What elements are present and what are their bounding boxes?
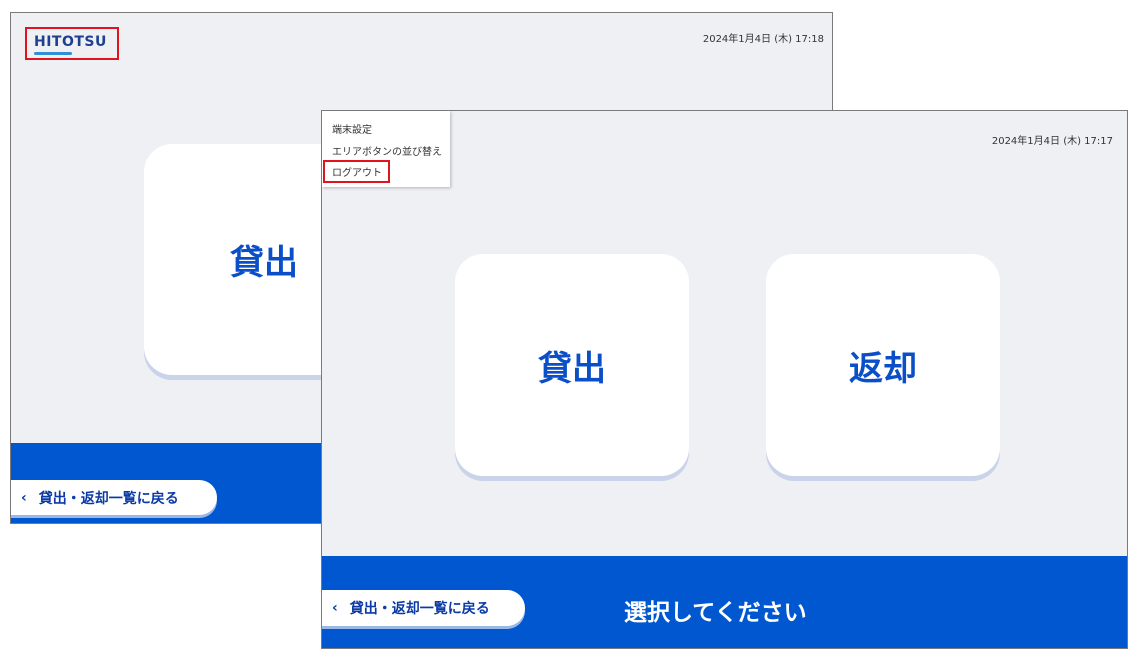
back-to-list-button[interactable]: ‹ 貸出・返却一覧に戻る (322, 590, 525, 626)
chevron-left-icon: ‹ (21, 489, 27, 506)
chevron-left-icon: ‹ (332, 600, 338, 616)
datetime: 2024年1月4日 (木) 17:18 (702, 34, 824, 45)
menu-item-device-settings[interactable]: 端末設定 (332, 121, 372, 136)
logo-swoosh-icon (34, 52, 72, 55)
back-to-list-label: 貸出・返却一覧に戻る (38, 490, 179, 507)
back-to-list-label: 貸出・返却一覧に戻る (349, 601, 490, 617)
logo-text: HITOTSU (34, 34, 107, 50)
lend-button[interactable]: 貸出 (455, 254, 689, 476)
return-button[interactable]: 返却 (766, 254, 1000, 476)
menu-item-reorder-area-buttons[interactable]: エリアボタンの並び替え (332, 143, 442, 158)
front-screenshot: 2024年1月4日 (木) 17:17 貸出 返却 ‹ 貸出・返却一覧に戻る 選… (321, 110, 1128, 649)
back-to-list-button[interactable]: ‹ 貸出・返却一覧に戻る (11, 480, 217, 515)
hitotsu-logo[interactable]: HITOTSU (25, 27, 119, 60)
logo-dropdown-menu: 端末設定 エリアボタンの並び替え ログアウト (322, 111, 450, 187)
lend-label: 貸出 (230, 243, 298, 283)
logout-highlight-box (323, 160, 390, 183)
select-prompt: 選択してください (624, 600, 807, 626)
return-label: 返却 (849, 348, 917, 389)
lend-label: 貸出 (538, 348, 606, 389)
datetime: 2024年1月4日 (木) 17:17 (991, 136, 1113, 147)
